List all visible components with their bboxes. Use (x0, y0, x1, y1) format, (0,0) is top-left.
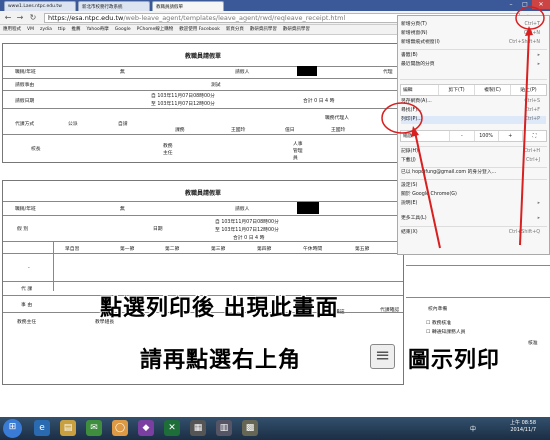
window-icon[interactable]: ▥ (216, 420, 232, 436)
caption-line-1: 點選列印後 出現此畫面 (100, 296, 339, 321)
clock-date: 2014/11/7 (510, 427, 536, 433)
explorer-icon[interactable]: ▤ (60, 420, 76, 436)
caption-line-2b: 圖示列印 (408, 348, 501, 373)
arrow-head-menu (525, 26, 533, 36)
language-indicator[interactable]: 中 (470, 424, 476, 433)
chrome-icon[interactable]: ◯ (112, 420, 128, 436)
app-icon[interactable]: ◆ (138, 420, 154, 436)
annotation-overlay (381, 6, 545, 249)
arrow-to-print (414, 131, 441, 249)
highlight-print-circle (381, 102, 423, 134)
clock-time: 上午 08:58 (510, 420, 536, 426)
window-icon[interactable]: ▩ (242, 420, 258, 436)
highlight-menu-icon-circle (515, 6, 545, 30)
taskbar: ⊞ e ▤ ✉ ◯ ◆ ✕ ▦ ▥ ▩ 中 上午 08:58 2014/11/7 (0, 417, 550, 440)
excel-icon[interactable]: ✕ (164, 420, 180, 436)
mail-icon[interactable]: ✉ (86, 420, 102, 436)
ie-icon[interactable]: e (34, 420, 50, 436)
menu-icon-illustration: ≡ (370, 344, 395, 369)
arrow-to-menu-icon (519, 31, 530, 246)
window-icon[interactable]: ▦ (190, 420, 206, 436)
clock[interactable]: 上午 08:58 2014/11/7 (510, 420, 536, 434)
start-button[interactable]: ⊞ (3, 419, 22, 438)
caption-line-2a: 請再點選右上角 (140, 348, 302, 373)
